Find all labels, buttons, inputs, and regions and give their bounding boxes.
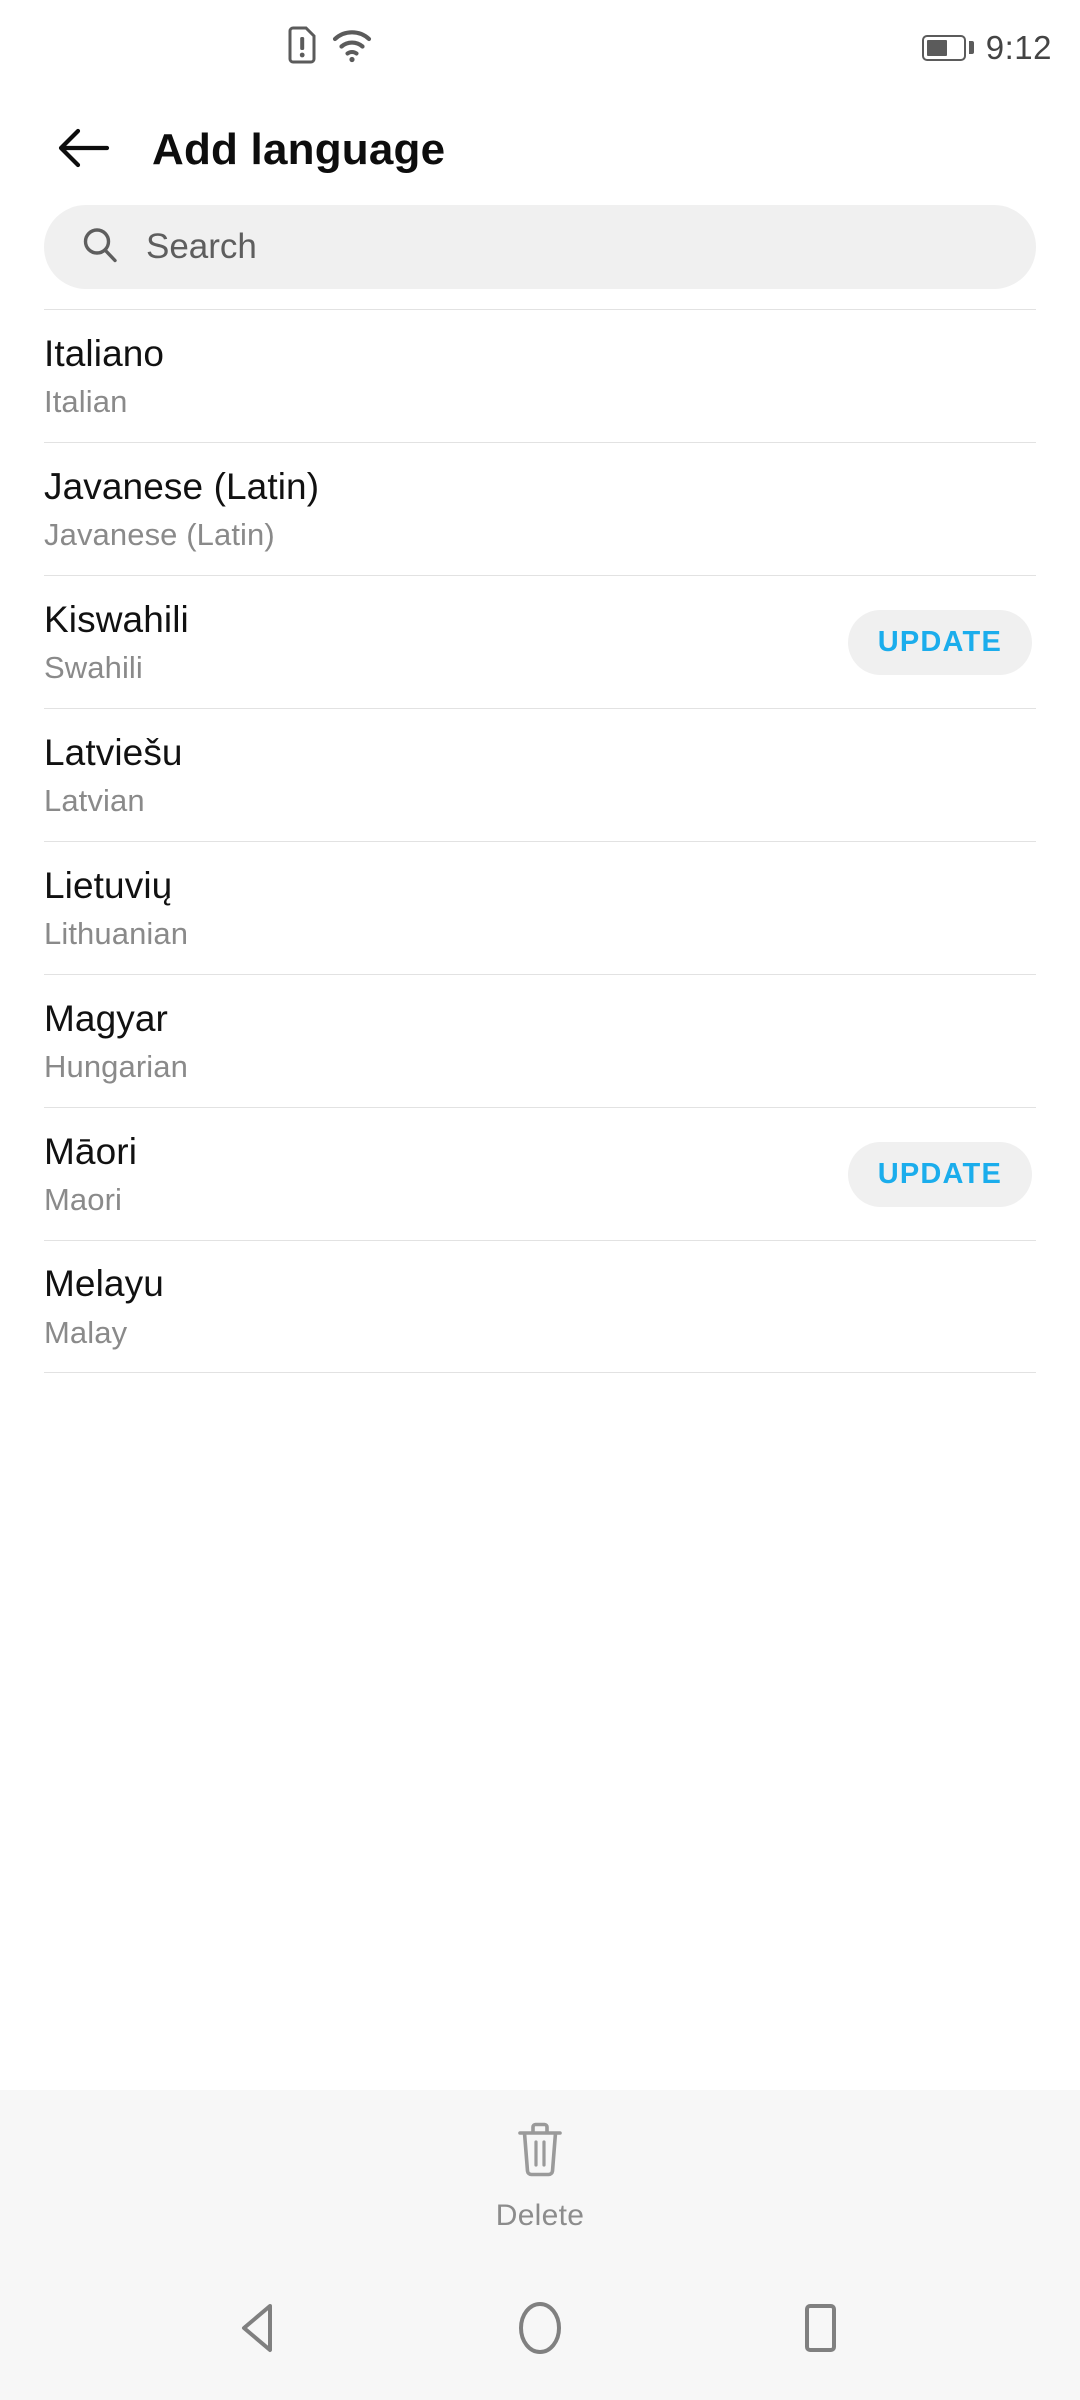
language-english-name: Javanese (Latin) bbox=[44, 517, 275, 553]
search-container: Search bbox=[0, 205, 1080, 309]
list-item[interactable]: Melayu Malay bbox=[44, 1240, 1036, 1373]
language-native-name: Lietuvių bbox=[44, 864, 173, 906]
language-english-name: Maori bbox=[44, 1182, 123, 1218]
app-header: Add language bbox=[0, 95, 1080, 205]
delete-button[interactable]: Delete bbox=[0, 2090, 1080, 2260]
battery-icon bbox=[921, 34, 974, 61]
language-english-name: Lithuanian bbox=[44, 916, 189, 952]
nav-home-button[interactable] bbox=[480, 2270, 600, 2390]
language-list: Italiano Italian Javanese (Latin) Javane… bbox=[0, 309, 1080, 2090]
language-english-name: Swahili bbox=[44, 650, 143, 686]
phone-screen: 9:12 Add language Search Italiano Italia… bbox=[0, 0, 1080, 2400]
language-names: Javanese (Latin) Javanese (Latin) bbox=[44, 465, 319, 554]
list-item[interactable]: Kiswahili Swahili UPDATE bbox=[44, 575, 1036, 708]
language-names: Lietuvių Lithuanian bbox=[44, 864, 188, 953]
list-item[interactable]: Javanese (Latin) Javanese (Latin) bbox=[44, 442, 1036, 575]
status-bar: 9:12 bbox=[0, 0, 1080, 95]
language-english-name: Italian bbox=[44, 384, 128, 420]
delete-label: Delete bbox=[495, 2198, 585, 2232]
language-native-name: Kiswahili bbox=[44, 598, 189, 640]
update-button[interactable]: UPDATE bbox=[847, 1141, 1032, 1207]
status-bar-left-icons bbox=[287, 0, 373, 95]
language-names: Māori Maori bbox=[44, 1130, 137, 1219]
language-names: Magyar Hungarian bbox=[44, 997, 188, 1086]
language-native-name: Javanese (Latin) bbox=[44, 465, 320, 507]
language-names: Melayu Malay bbox=[44, 1262, 164, 1351]
list-item[interactable]: Latviešu Latvian bbox=[44, 708, 1036, 841]
nav-recents-square-icon bbox=[795, 2300, 845, 2361]
system-navigation-bar bbox=[0, 2260, 1080, 2400]
search-placeholder: Search bbox=[146, 227, 257, 266]
nav-back-triangle-icon bbox=[234, 2300, 286, 2361]
language-native-name: Latviešu bbox=[44, 731, 183, 773]
list-item[interactable]: Lietuvių Lithuanian bbox=[44, 841, 1036, 974]
language-native-name: Melayu bbox=[44, 1263, 164, 1305]
language-names: Italiano Italian bbox=[44, 332, 164, 421]
update-button[interactable]: UPDATE bbox=[847, 609, 1032, 675]
arrow-left-icon bbox=[56, 126, 110, 175]
search-input[interactable]: Search bbox=[44, 205, 1036, 289]
language-names: Latviešu Latvian bbox=[44, 731, 183, 820]
back-button[interactable] bbox=[46, 113, 120, 187]
status-bar-clock: 9:12 bbox=[985, 28, 1052, 66]
status-bar-right: 9:12 bbox=[921, 0, 1052, 95]
page-title: Add language bbox=[152, 125, 446, 174]
language-english-name: Hungarian bbox=[44, 1049, 188, 1085]
trash-icon bbox=[512, 2118, 568, 2187]
nav-home-circle-icon bbox=[512, 2298, 568, 2363]
language-native-name: Magyar bbox=[44, 997, 168, 1039]
list-item[interactable]: Māori Maori UPDATE bbox=[44, 1107, 1036, 1240]
language-english-name: Malay bbox=[44, 1314, 128, 1350]
language-names: Kiswahili Swahili bbox=[44, 598, 189, 687]
sim-card-alert-icon bbox=[287, 25, 317, 70]
language-english-name: Latvian bbox=[44, 783, 145, 819]
list-item[interactable]: Magyar Hungarian bbox=[44, 974, 1036, 1107]
nav-recents-button[interactable] bbox=[760, 2270, 880, 2390]
nav-back-button[interactable] bbox=[200, 2270, 320, 2390]
list-item[interactable]: Italiano Italian bbox=[44, 309, 1036, 442]
search-icon bbox=[80, 225, 120, 270]
language-native-name: Māori bbox=[44, 1130, 138, 1172]
wifi-icon bbox=[331, 27, 373, 68]
language-native-name: Italiano bbox=[44, 332, 165, 374]
